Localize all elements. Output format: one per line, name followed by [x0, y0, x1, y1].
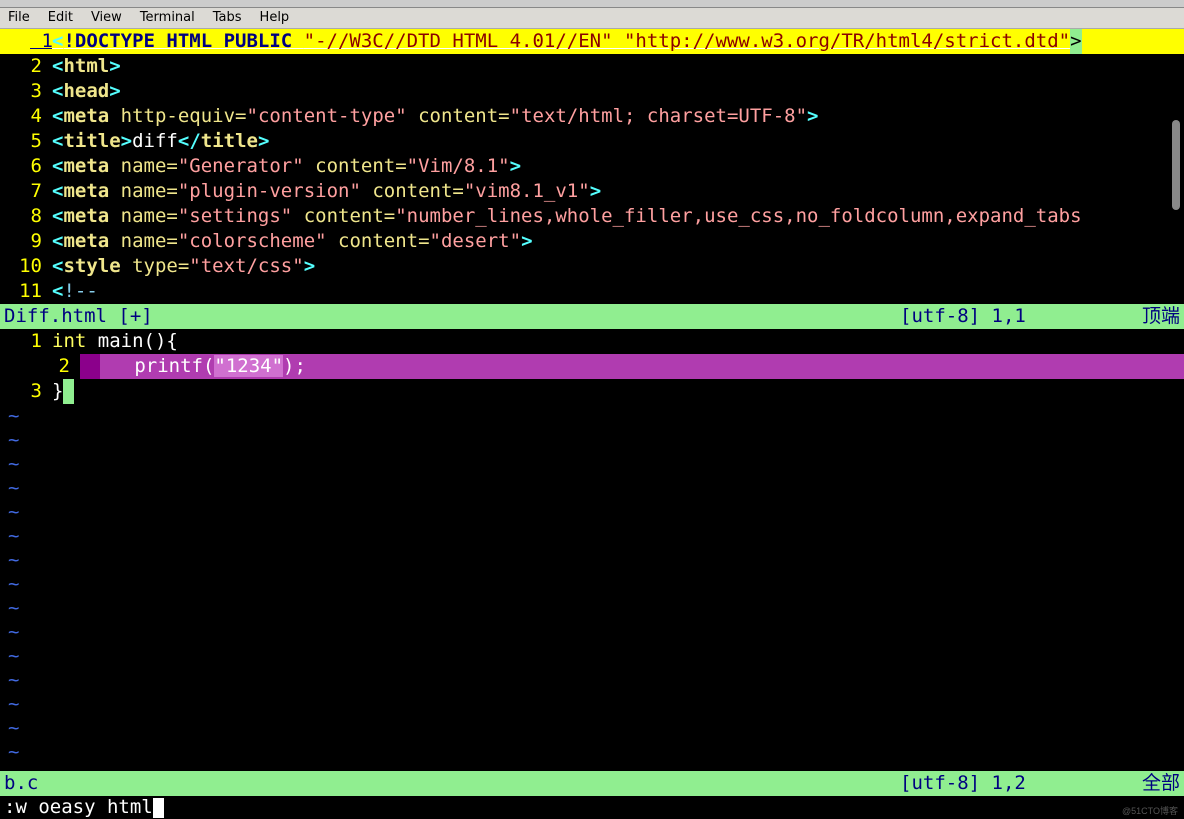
- code-line-10: <style type="text/css">: [52, 254, 1184, 279]
- cmdline-text: :w oeasy html: [4, 796, 153, 818]
- status-encoding-2: [utf-8]: [900, 772, 980, 794]
- code-line-9: <meta name="colorscheme" content="desert…: [52, 229, 1184, 254]
- status-cursor-1: 1,1: [992, 305, 1026, 327]
- menu-tabs[interactable]: Tabs: [213, 10, 242, 25]
- statusline-pane-2: b.c [utf-8] 1,2 全部: [0, 771, 1184, 796]
- menu-file[interactable]: File: [8, 10, 30, 25]
- code-line-8: <meta name="settings" content="number_li…: [52, 204, 1184, 229]
- status-position-2: 全部: [1120, 771, 1180, 796]
- watermark: @51CTO博客: [1122, 804, 1178, 817]
- status-filename-1: Diff.html [+]: [4, 304, 900, 329]
- menubar: File Edit View Terminal Tabs Help: [0, 8, 1184, 29]
- editor-pane-1[interactable]: 1 <!DOCTYPE HTML PUBLIC "-//W3C//DTD HTM…: [0, 29, 1184, 304]
- window-titlebar: [0, 0, 1184, 8]
- menu-help[interactable]: Help: [260, 10, 290, 25]
- c-code-line-1: int main(){: [52, 329, 178, 354]
- c-code-line-3: }: [52, 379, 63, 404]
- code-line-7: <meta name="plugin-version" content="vim…: [52, 179, 1184, 204]
- code-line-2: <html>: [52, 54, 1184, 79]
- code-line-6: <meta name="Generator" content="Vim/8.1"…: [52, 154, 1184, 179]
- code-line-4: <meta http-equiv="content-type" content=…: [52, 104, 1184, 129]
- menu-view[interactable]: View: [91, 10, 122, 25]
- code-line-5: <title>diff</title>: [52, 129, 1184, 154]
- editor-pane-2[interactable]: 1int main(){ 2 printf("1234"); 3} ~~~~~~…: [0, 329, 1184, 764]
- menu-edit[interactable]: Edit: [48, 10, 73, 25]
- command-line[interactable]: :w oeasy html: [0, 796, 1184, 819]
- status-position-1: 顶端: [1120, 304, 1180, 329]
- c-code-line-2: printf("1234");: [100, 354, 306, 379]
- menu-terminal[interactable]: Terminal: [140, 10, 195, 25]
- status-encoding-1: [utf-8]: [900, 305, 980, 327]
- code-line-1: <!DOCTYPE HTML PUBLIC "-//W3C//DTD HTML …: [52, 29, 1184, 54]
- code-line-3: <head>: [52, 79, 1184, 104]
- code-line-11: <!--: [52, 279, 1184, 304]
- scrollbar-thumb[interactable]: [1172, 120, 1180, 210]
- empty-lines: ~~~~~~~ ~~~~~~~~: [0, 404, 1184, 764]
- cmdline-cursor: [153, 798, 164, 818]
- status-cursor-2: 1,2: [992, 772, 1026, 794]
- statusline-pane-1: Diff.html [+] [utf-8] 1,1 顶端: [0, 304, 1184, 329]
- status-filename-2: b.c: [4, 771, 900, 796]
